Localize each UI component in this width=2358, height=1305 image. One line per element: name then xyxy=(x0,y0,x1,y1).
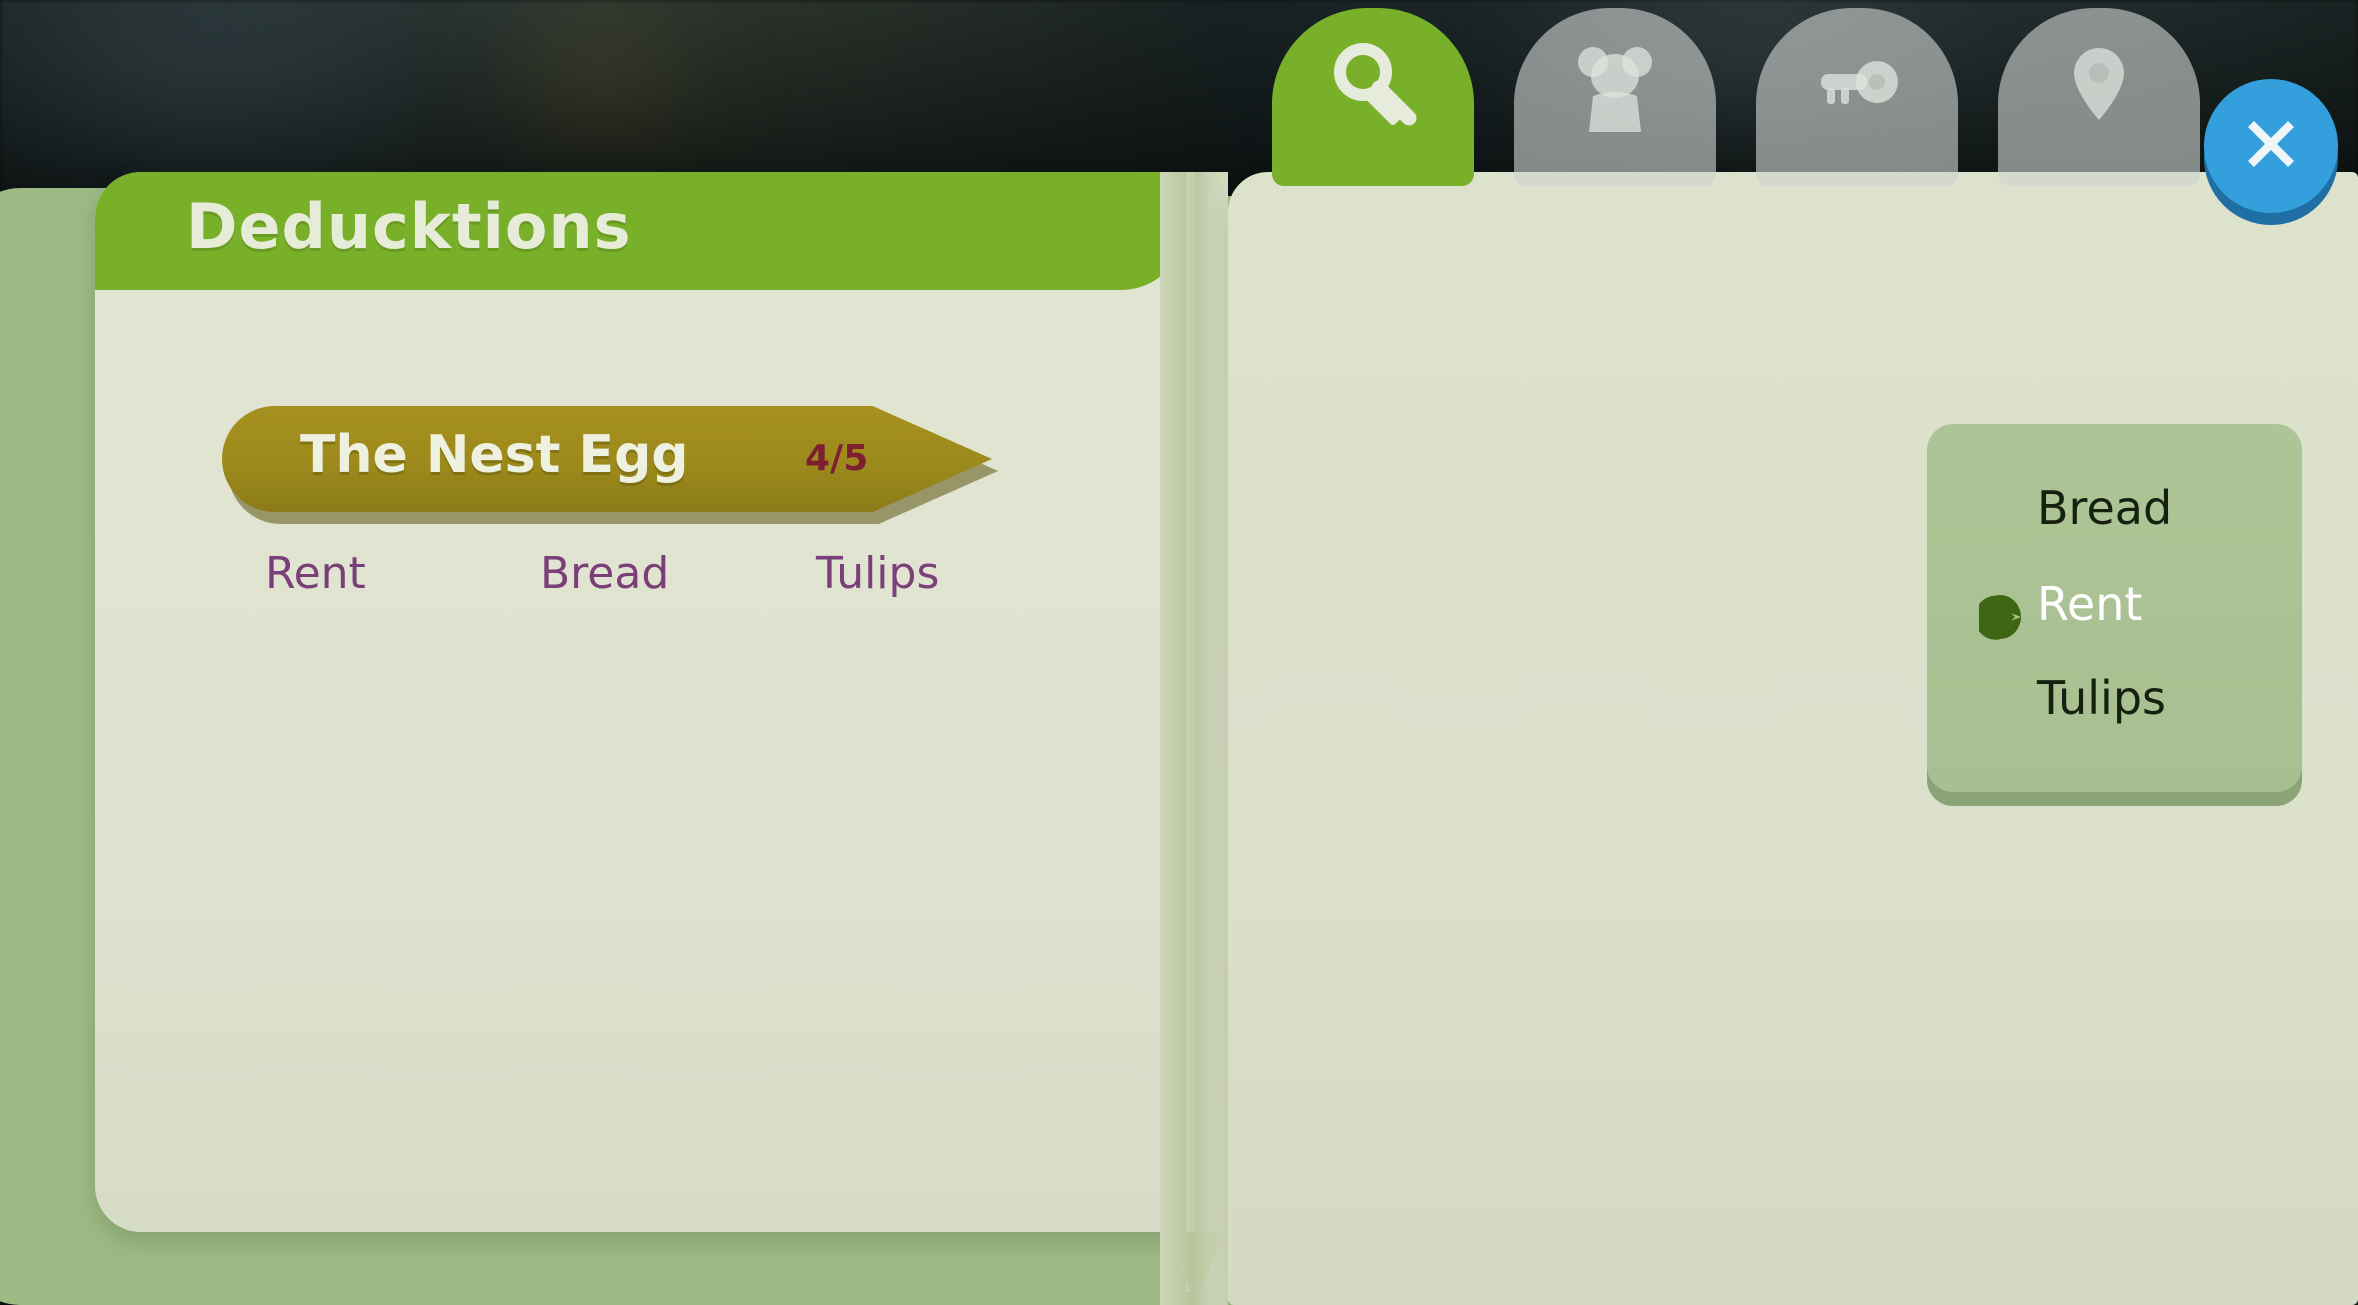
book-spine-highlight xyxy=(1186,172,1195,1292)
answer-dropdown[interactable]: Bread Rent Tulips xyxy=(1927,424,2302,806)
bear-icon xyxy=(1567,36,1663,132)
dropdown-option-label: Rent xyxy=(2037,577,2143,631)
case-progress-counter: 4/5 xyxy=(805,438,869,479)
close-icon xyxy=(2234,107,2308,185)
clue-word-tulips[interactable]: Tulips xyxy=(816,548,939,599)
case-title: The Nest Egg xyxy=(300,425,689,485)
notebook-tab-strip xyxy=(1272,8,2200,186)
clue-word-row: Rent Bread Tulips xyxy=(222,548,992,608)
deducktions-notebook: Deducktions The Nest Egg 4/5 Rent Bread … xyxy=(0,0,2358,1305)
tab-suspects[interactable] xyxy=(1514,8,1716,186)
dropdown-option-bread[interactable]: Bread xyxy=(1927,460,2302,556)
dropdown-option-tulips[interactable]: Tulips xyxy=(1927,650,2302,746)
map-pin-icon xyxy=(2051,36,2147,132)
dropdown-option-label: Bread xyxy=(2037,481,2173,535)
left-page xyxy=(95,172,1185,1232)
clue-word-rent[interactable]: Rent xyxy=(265,548,366,599)
duck-head-cursor-icon xyxy=(1974,594,2021,640)
tab-places[interactable] xyxy=(1998,8,2200,186)
case-banner[interactable]: The Nest Egg 4/5 xyxy=(222,406,998,524)
dropdown-option-label: Tulips xyxy=(2037,671,2166,725)
key-icon xyxy=(1809,36,1905,132)
tab-magnifier[interactable] xyxy=(1272,8,1474,186)
page-title: Deducktions xyxy=(186,190,632,263)
close-button[interactable] xyxy=(2204,79,2338,225)
magnifying-glass-icon xyxy=(1325,36,1421,132)
tab-items[interactable] xyxy=(1756,8,1958,186)
close-button-face xyxy=(2204,79,2338,213)
clue-word-bread[interactable]: Bread xyxy=(540,548,669,599)
